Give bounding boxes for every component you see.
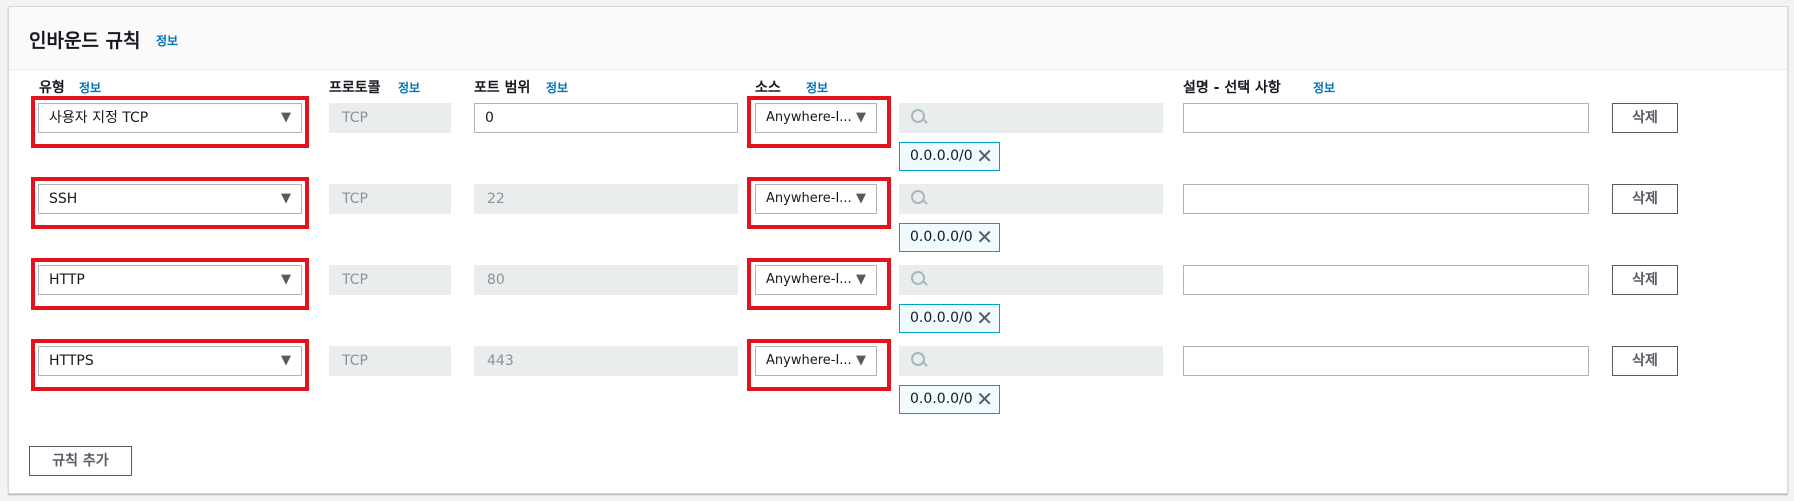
description-input[interactable]	[1183, 184, 1589, 214]
source-value: Anywhere-I...	[766, 272, 852, 287]
delete-button[interactable]: 삭제	[1612, 184, 1678, 214]
cidr-token: 0.0.0.0/0 ✕	[899, 304, 1000, 333]
type-select[interactable]: HTTPS ▼	[38, 346, 302, 376]
caret-down-icon: ▼	[281, 272, 291, 287]
type-value: HTTPS	[49, 353, 94, 369]
port-range-field: 80	[474, 265, 738, 295]
close-icon[interactable]: ✕	[976, 143, 993, 170]
column-description-info[interactable]: 정보	[1313, 79, 1335, 96]
caret-down-icon: ▼	[856, 110, 866, 125]
cidr-search-input[interactable]	[899, 346, 1163, 376]
caret-down-icon: ▼	[281, 110, 291, 125]
cidr-token-label: 0.0.0.0/0	[910, 310, 973, 326]
cidr-search-input[interactable]	[899, 184, 1163, 214]
description-input[interactable]	[1183, 265, 1589, 295]
protocol-field: TCP	[329, 265, 451, 295]
source-value: Anywhere-I...	[766, 353, 852, 368]
column-protocol-label: 프로토콜	[329, 80, 381, 96]
cidr-token-label: 0.0.0.0/0	[910, 391, 973, 407]
column-type-label: 유형	[39, 80, 65, 96]
panel-header: 인바운드 규칙 정보	[9, 7, 1787, 70]
delete-button[interactable]: 삭제	[1612, 346, 1678, 376]
source-value: Anywhere-I...	[766, 191, 852, 206]
column-protocol-info[interactable]: 정보	[398, 79, 420, 96]
caret-down-icon: ▼	[856, 272, 866, 287]
cidr-token: 0.0.0.0/0 ✕	[899, 142, 1000, 171]
column-port-label: 포트 범위	[474, 80, 531, 96]
protocol-field: TCP	[329, 346, 451, 376]
port-range-field: 443	[474, 346, 738, 376]
port-range-input[interactable]: 0	[474, 103, 738, 133]
cidr-search-input[interactable]	[899, 103, 1163, 133]
title-info-link[interactable]: 정보	[156, 32, 178, 49]
caret-down-icon: ▼	[281, 191, 291, 206]
source-select[interactable]: Anywhere-I... ▼	[755, 265, 877, 295]
type-value: SSH	[49, 191, 78, 207]
column-source-label: 소스	[755, 80, 781, 96]
caret-down-icon: ▼	[856, 353, 866, 368]
rule-row: HTTPS ▼ TCP 443 Anywhere-I... ▼ 0.0.0.0/…	[9, 339, 1787, 429]
panel-title: 인바운드 규칙	[29, 30, 141, 52]
type-select[interactable]: 사용자 지정 TCP ▼	[38, 103, 302, 133]
source-select[interactable]: Anywhere-I... ▼	[755, 346, 877, 376]
source-value: Anywhere-I...	[766, 110, 852, 125]
close-icon[interactable]: ✕	[976, 224, 993, 251]
protocol-field: TCP	[329, 184, 451, 214]
cidr-search-input[interactable]	[899, 265, 1163, 295]
type-value: 사용자 지정 TCP	[49, 110, 149, 126]
column-source-info[interactable]: 정보	[806, 79, 828, 96]
column-type-info[interactable]: 정보	[79, 79, 101, 96]
caret-down-icon: ▼	[856, 191, 866, 206]
type-select[interactable]: HTTP ▼	[38, 265, 302, 295]
delete-button[interactable]: 삭제	[1612, 265, 1678, 295]
cidr-token: 0.0.0.0/0 ✕	[899, 223, 1000, 252]
delete-button[interactable]: 삭제	[1612, 103, 1678, 133]
close-icon[interactable]: ✕	[976, 305, 993, 332]
caret-down-icon: ▼	[281, 353, 291, 368]
port-range-field: 22	[474, 184, 738, 214]
close-icon[interactable]: ✕	[976, 386, 993, 413]
inbound-rules-panel: 인바운드 규칙 정보 유형 정보 프로토콜 정보 포트 범위 정보 소스 정보 …	[8, 6, 1788, 494]
source-select[interactable]: Anywhere-I... ▼	[755, 184, 877, 214]
source-select[interactable]: Anywhere-I... ▼	[755, 103, 877, 133]
type-value: HTTP	[49, 272, 85, 288]
type-select[interactable]: SSH ▼	[38, 184, 302, 214]
rule-row: HTTP ▼ TCP 80 Anywhere-I... ▼ 0.0.0.0/0 …	[9, 258, 1787, 348]
column-port-info[interactable]: 정보	[546, 79, 568, 96]
protocol-field: TCP	[329, 103, 451, 133]
column-description-label: 설명 - 선택 사항	[1183, 80, 1281, 96]
add-rule-button[interactable]: 규칙 추가	[29, 446, 132, 476]
cidr-token-label: 0.0.0.0/0	[910, 229, 973, 245]
description-input[interactable]	[1183, 103, 1589, 133]
description-input[interactable]	[1183, 346, 1589, 376]
cidr-token-label: 0.0.0.0/0	[910, 148, 973, 164]
rule-row: SSH ▼ TCP 22 Anywhere-I... ▼ 0.0.0.0/0 ✕…	[9, 177, 1787, 267]
cidr-token: 0.0.0.0/0 ✕	[899, 385, 1000, 414]
rule-row: 사용자 지정 TCP ▼ TCP 0 Anywhere-I... ▼ 0.0.0…	[9, 96, 1787, 186]
